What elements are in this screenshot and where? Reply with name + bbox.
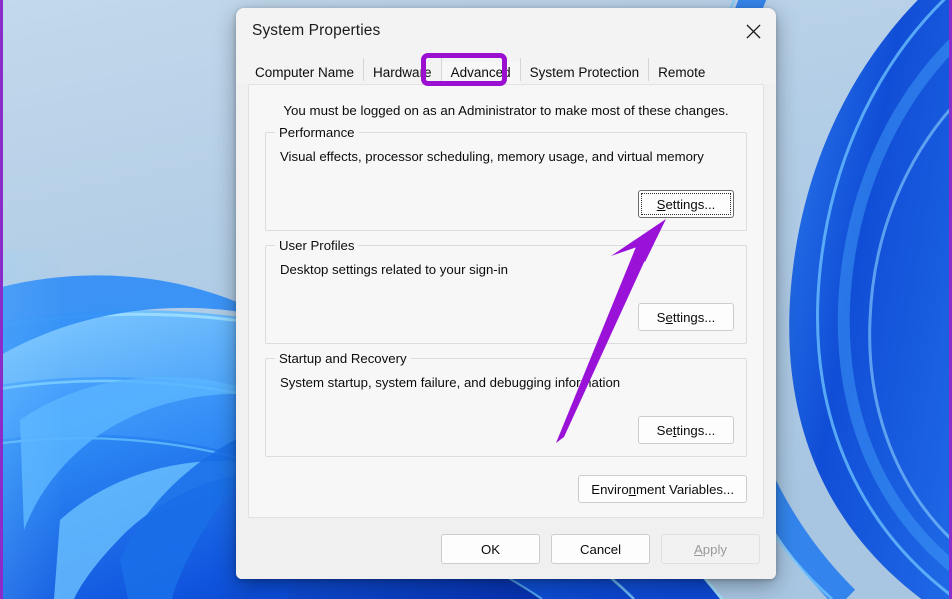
- startup-recovery-settings-label-pre: Se: [656, 422, 673, 438]
- ok-button[interactable]: OK: [441, 534, 540, 564]
- cancel-button[interactable]: Cancel: [551, 534, 650, 564]
- startup-recovery-button-row: Se t tings...: [278, 416, 734, 444]
- tab-strip: Computer Name Hardware Advanced System P…: [236, 54, 776, 84]
- startup-recovery-settings-button[interactable]: Se t tings...: [638, 416, 734, 444]
- user-profiles-settings-accel: e: [665, 309, 673, 325]
- apply-accel: A: [694, 541, 703, 557]
- close-icon[interactable]: [730, 8, 776, 54]
- tab-hardware[interactable]: Hardware: [364, 61, 441, 84]
- apply-button[interactable]: Apply: [661, 534, 760, 564]
- environment-variables-button[interactable]: Enviro n ment Variables...: [578, 475, 747, 503]
- startup-recovery-group-description: System startup, system failure, and debu…: [280, 375, 621, 390]
- user-profiles-settings-button[interactable]: Se ttings...: [638, 303, 734, 331]
- user-profiles-group: User Profiles Desktop settings related t…: [265, 238, 747, 344]
- desktop: System Properties Computer Name Hardware…: [0, 0, 952, 599]
- dialog-command-bar: OK Cancel Apply: [236, 518, 776, 579]
- user-profiles-button-row: Se ttings...: [278, 303, 734, 331]
- user-profiles-settings-label-post: ttings...: [672, 309, 716, 325]
- tab-advanced[interactable]: Advanced: [441, 61, 520, 84]
- advanced-tab-page: You must be logged on as an Administrato…: [248, 84, 764, 518]
- performance-settings-button[interactable]: Settings...: [638, 190, 734, 218]
- user-profiles-group-legend: User Profiles: [275, 238, 359, 253]
- performance-group-description: Visual effects, processor scheduling, me…: [280, 149, 704, 164]
- environment-variables-label-post: ment Variables...: [636, 481, 734, 497]
- performance-settings-label-post: ettings...: [665, 196, 716, 212]
- tab-remote[interactable]: Remote: [649, 61, 715, 84]
- performance-settings-accel: S: [656, 196, 666, 212]
- startup-recovery-settings-label-post: tings...: [676, 422, 716, 438]
- startup-recovery-group: Startup and Recovery System startup, sys…: [265, 351, 747, 457]
- system-properties-dialog: System Properties Computer Name Hardware…: [236, 8, 776, 579]
- environment-variables-row: Enviro n ment Variables...: [265, 475, 747, 517]
- startup-recovery-group-legend: Startup and Recovery: [275, 351, 411, 366]
- user-profiles-settings-label-pre: S: [656, 309, 666, 325]
- performance-group: Performance Visual effects, processor sc…: [265, 125, 747, 231]
- environment-variables-accel: n: [628, 481, 637, 497]
- dialog-titlebar: System Properties: [236, 8, 776, 54]
- user-profiles-group-description: Desktop settings related to your sign-in: [280, 262, 508, 277]
- apply-label-post: pply: [702, 541, 727, 557]
- tab-system-protection[interactable]: System Protection: [520, 61, 649, 84]
- administrator-note: You must be logged on as an Administrato…: [283, 103, 729, 118]
- performance-button-row: Settings...: [278, 190, 734, 218]
- tab-computer-name[interactable]: Computer Name: [246, 61, 364, 84]
- dialog-title: System Properties: [252, 22, 381, 39]
- performance-group-legend: Performance: [275, 125, 359, 140]
- environment-variables-label-pre: Enviro: [591, 481, 629, 497]
